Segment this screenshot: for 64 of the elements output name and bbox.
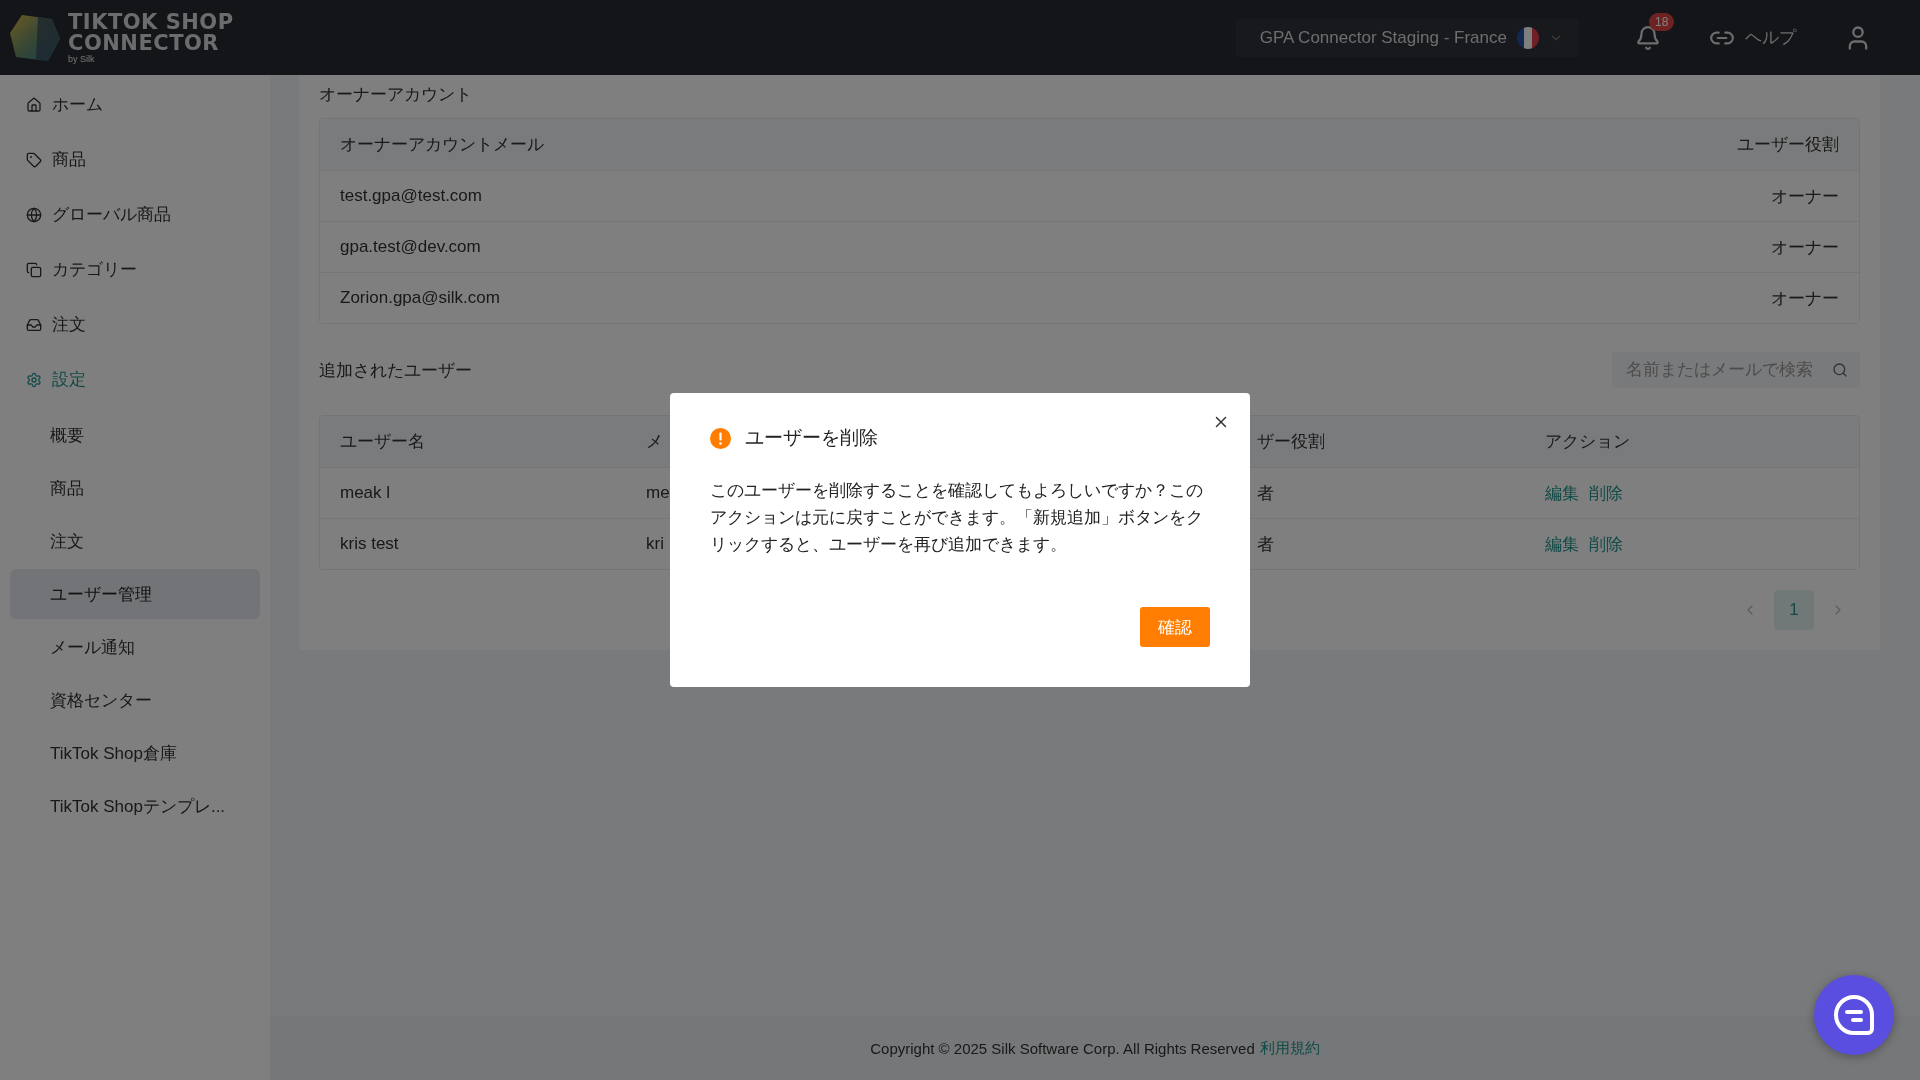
sidebar-subitem[interactable]: ユーザー管理 [10,569,260,619]
sidebar-item[interactable]: 設定 [0,352,270,407]
table-cell: kris test [340,534,399,553]
sidebar-subitem[interactable]: TikTok Shopテンプレ... [10,781,260,831]
globe-icon [26,206,42,223]
dialog-title: ユーザーを削除 [745,426,878,450]
column-header: ユーザー名 [340,432,425,451]
section-title: 追加されたユーザー [319,359,472,382]
settings-icon [26,371,42,388]
chat-button[interactable] [1814,975,1894,1055]
table-cell: 者 [1257,483,1274,503]
flag-icon [1517,26,1539,49]
table-cell: me [646,483,670,502]
logo-text: TIKTOK SHOP [68,11,234,33]
sidebar-item[interactable]: カテゴリー [0,242,270,297]
help-link[interactable]: ヘルプ [1709,24,1796,51]
logo-icon [8,12,62,63]
tray-icon [26,316,42,333]
confirm-button[interactable]: 確認 [1140,607,1210,647]
column-header: アクション [1545,432,1630,451]
terms-link[interactable]: 利用規約 [1259,1038,1320,1058]
table-cell: gpa.test@dev.com [340,237,481,256]
tag-icon [26,151,42,168]
chat-icon [1832,993,1876,1037]
sidebar-subitem[interactable]: 商品 [10,463,260,513]
store-selector[interactable]: GPA Connector Staging - France [1235,18,1579,57]
logo-tagline: by Silk [68,54,96,64]
sidebar-subitem[interactable]: 資格センター [10,675,260,725]
sidebar-subitem[interactable]: 概要 [10,410,260,460]
table-cell: meak l [340,483,391,502]
page-button[interactable]: 1 [1774,590,1814,630]
column-header: オーナーアカウントメール [340,135,544,154]
sidebar-item[interactable]: ホーム [0,77,270,132]
warning-icon [710,427,731,449]
delete-link[interactable]: 削除 [1589,534,1623,554]
logo-text: CONNECTOR [68,32,221,54]
table-cell: オーナー [1771,186,1839,206]
copy-icon [26,261,42,278]
sidebar-subitem[interactable]: メール通知 [10,622,260,672]
edit-link[interactable]: 編集 [1545,534,1579,554]
delete-link[interactable]: 削除 [1589,483,1623,503]
sidebar-item[interactable]: 注文 [0,297,270,352]
table-cell: 者 [1257,534,1274,554]
search-icon [1832,362,1848,378]
home-icon [26,96,42,113]
sidebar-subitem[interactable]: TikTok Shop倉庫 [10,728,260,778]
column-header: ザー役割 [1257,432,1325,451]
notification-count: 18 [1649,12,1675,31]
edit-link[interactable]: 編集 [1545,483,1579,503]
table-cell: Zorion.gpa@silk.com [340,288,500,307]
table-cell: kri [646,534,664,553]
section-title: オーナーアカウント [319,84,473,106]
dialog-message: このユーザーを削除することを確認してもよろしいですか？このアクションは元に戻すことができます。「新規追加」ボタンをクリックすると、ユーザーを再び追加できます。 [710,480,1204,555]
copyright-text: Copyright © 2025 Silk Software Corp. All Rights Reserved [870,1039,1255,1057]
column-header: メ [646,432,663,451]
bell-icon [1635,24,1661,51]
table-cell: オーナー [1771,288,1839,308]
column-header: ユーザー役割 [1737,135,1839,154]
table-cell: test.gpa@test.com [340,186,482,205]
sidebar-item[interactable]: グローバル商品 [0,187,270,242]
sidebar-subitem[interactable]: 注文 [10,516,260,566]
table-cell: オーナー [1771,237,1839,257]
sidebar-item[interactable]: 商品 [0,132,270,187]
notification-button[interactable] [1635,24,1661,51]
